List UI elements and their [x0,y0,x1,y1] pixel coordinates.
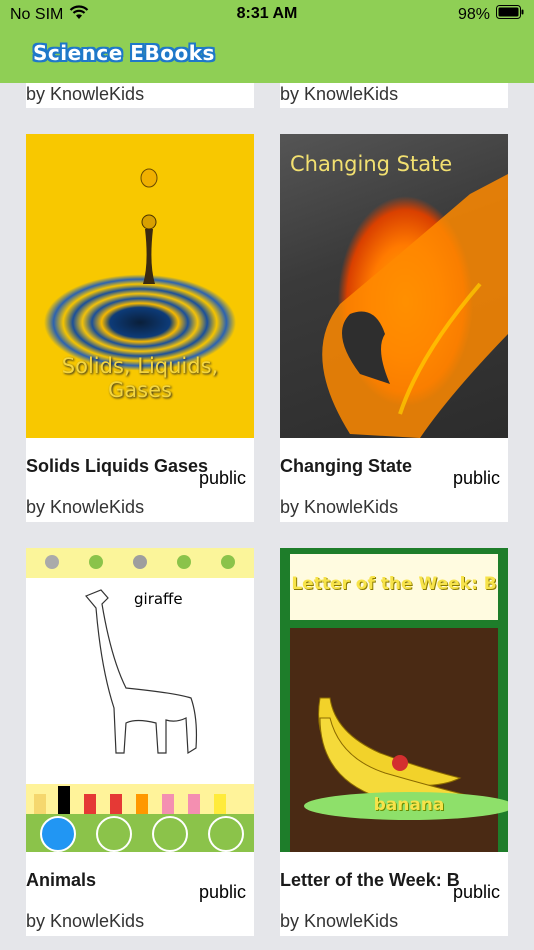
visibility-badge: public [452,882,500,902]
book-author: by KnowleKids [26,497,145,517]
book-title: Animals [26,870,97,890]
pencil-palette [26,784,254,852]
battery-percent: 98% [457,5,490,23]
book-card[interactable]: giraffe Animals public by KnowleKids [26,548,254,936]
book-cover[interactable]: giraffe [26,548,254,852]
book-author: by KnowleKids [26,84,145,104]
visibility-badge: public [198,882,246,902]
app-logo: Science EBooks [33,41,215,65]
visibility-badge: public [452,468,500,488]
app-header: Science EBooks [0,28,534,83]
book-author: by KnowleKids [280,497,399,517]
book-card[interactable]: by KnowleKids [280,83,508,108]
caption-bubble: banana [304,792,508,820]
book-author: by KnowleKids [280,84,399,104]
book-card[interactable]: Letter of the Week: B banana Letter of t… [280,548,508,936]
book-cover[interactable]: Solids, Liquids, Gases [26,134,254,438]
book-author: by KnowleKids [280,911,399,931]
book-title: Letter of the Week: B [280,870,460,890]
cover-caption: banana [373,795,445,815]
cover-title: Letter of the Week: B [291,574,497,594]
cover-banner: Letter of the Week: B [290,554,498,620]
status-bar: No SIM 8:31 AM 98% [0,0,534,28]
visibility-badge: public [198,468,246,488]
book-card[interactable]: by KnowleKids [26,83,254,108]
book-cover[interactable]: Changing State [280,134,508,438]
cover-title-line-1: Solids, Liquids, [61,354,219,378]
cover-title: Changing State [290,152,453,176]
lava-illustration [322,174,508,438]
book-card[interactable]: Solids, Liquids, Gases Solids Liquids Ga… [26,134,254,522]
book-author: by KnowleKids [26,911,145,931]
book-card[interactable]: Changing State Changing State public by … [280,134,508,522]
cover-title-line-2: Gases [108,378,172,402]
book-cover[interactable]: Letter of the Week: B banana [280,548,508,852]
battery-icon [496,5,524,24]
book-title: Changing State [280,456,413,476]
clock: 8:31 AM [236,5,298,22]
book-title: Solids Liquids Gases [26,456,209,476]
